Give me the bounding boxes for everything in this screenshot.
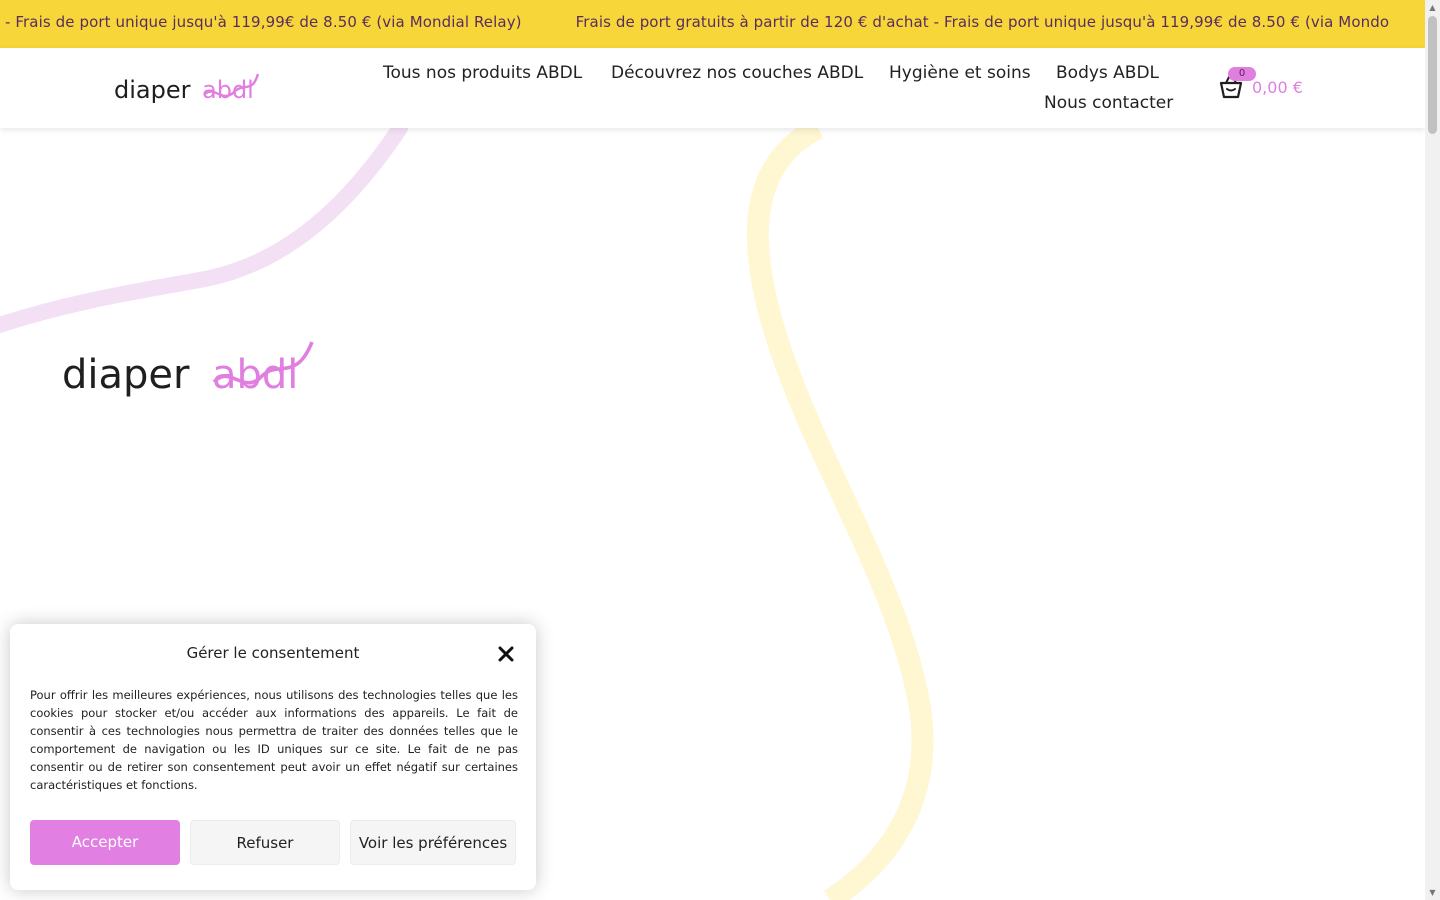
site-header: diaper abdl Tous nos produits ABDL Décou… — [0, 48, 1425, 128]
logo-text-accent: abdl — [202, 76, 254, 104]
announcement-text: Frais de port gratuits à partir de 120 €… — [575, 13, 1390, 31]
preferences-button[interactable]: Voir les préférences — [350, 820, 516, 865]
nav-item-hygiene[interactable]: Hygiène et soins — [889, 63, 1031, 83]
cart-total: 0,00 € — [1252, 78, 1303, 97]
scroll-up-icon[interactable]: ▲ — [1425, 0, 1440, 15]
consent-title: Gérer le consentement — [186, 644, 360, 662]
consent-description: Pour offrir les meilleures expériences, … — [30, 688, 518, 792]
announcement-track: - Frais de port unique jusqu'à 119,99€ d… — [5, 13, 1425, 31]
nav-item-contact[interactable]: Nous contacter — [1044, 93, 1173, 113]
hero-logo: diaper abdl — [62, 341, 314, 398]
yellow-curve — [746, 128, 934, 900]
site-logo[interactable]: diaper abdl — [112, 68, 264, 108]
consent-dialog: Gérer le consentement Pour offrir les me… — [10, 624, 536, 890]
hero-logo-text-dark: diaper — [62, 352, 190, 398]
scroll-down-icon[interactable]: ▼ — [1425, 885, 1440, 900]
refuse-button[interactable]: Refuser — [190, 820, 340, 865]
logo-text-dark: diaper — [114, 76, 191, 104]
nav-item-all-products[interactable]: Tous nos produits ABDL — [383, 63, 582, 83]
scrollbar-thumb[interactable] — [1428, 16, 1437, 134]
nav-item-diapers[interactable]: Découvrez nos couches ABDL — [611, 63, 863, 83]
close-icon[interactable] — [496, 644, 516, 664]
accept-button[interactable]: Accepter — [30, 820, 180, 865]
nav-item-bodys[interactable]: Bodys ABDL — [1056, 63, 1159, 83]
pink-curve — [0, 128, 408, 334]
announcement-bar: - Frais de port unique jusqu'à 119,99€ d… — [0, 0, 1425, 48]
announcement-text: - Frais de port unique jusqu'à 119,99€ d… — [5, 13, 522, 31]
page-scrollbar[interactable]: ▲ ▼ — [1425, 0, 1440, 900]
cart-button[interactable]: 0 0,00 € — [1218, 66, 1318, 106]
